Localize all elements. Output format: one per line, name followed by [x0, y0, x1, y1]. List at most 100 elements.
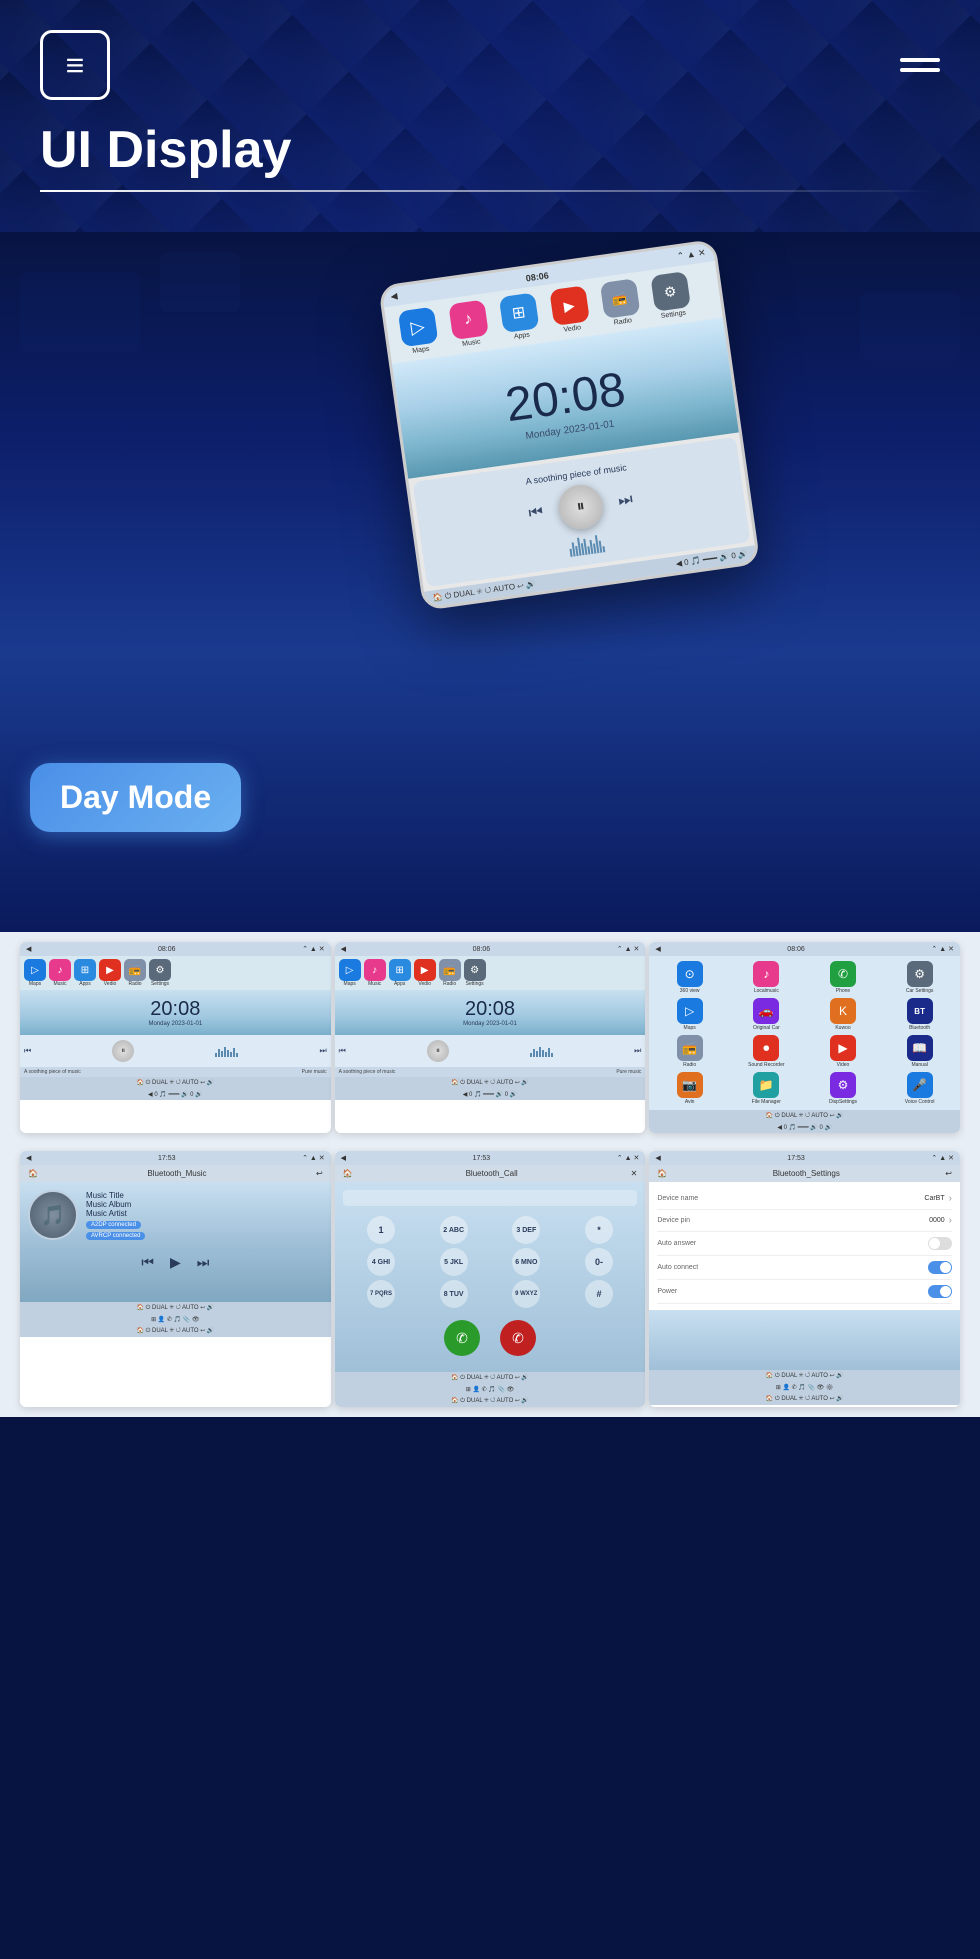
mini-phone-music-1: ◀ 08:06 ⌃ ▲ ✕ ▷Maps ♪Music ⊞Apps ▶Vedio: [20, 942, 331, 1133]
auto-answer-toggle[interactable]: [928, 1237, 952, 1250]
nav-radio[interactable]: 📻 Radio: [595, 278, 646, 329]
mini-topbar-1: ◀ 08:06 ⌃ ▲ ✕: [20, 942, 331, 956]
nav-apps[interactable]: ⊞ Apps: [494, 292, 545, 343]
mini-topbar-3: ◀ 08:06 ⌃ ▲ ✕: [649, 942, 960, 956]
mini-phone-music-2: ◀ 08:06 ⌃ ▲ ✕ ▷Maps ♪Music ⊞Apps ▶Vedio: [335, 942, 646, 1133]
dial-1[interactable]: 1: [367, 1216, 395, 1244]
app-disp-settings[interactable]: ⚙ DispSettings: [807, 1072, 880, 1105]
bt-music-home2: 🏠 ⏻ DUAL ✳ ↺ AUTO ↩ 🔊: [20, 1325, 331, 1337]
mini-home-1: ◀ 0 🎵 ━━━ 🔊 0 🔊: [20, 1089, 331, 1100]
app-maps[interactable]: ▷ Maps: [653, 998, 726, 1031]
mini-next-2[interactable]: ⏭: [634, 1046, 641, 1056]
nav-music[interactable]: ♪ Music: [443, 299, 494, 350]
bt-play-icon[interactable]: ▶: [170, 1254, 181, 1271]
app-360view[interactable]: ⊙ 360 view: [653, 961, 726, 994]
bt-settings-status: 🏠 ⏻ DUAL ✳ ↺ AUTO ↩ 🔊: [649, 1370, 960, 1382]
header: ≡ UI Display: [0, 0, 980, 232]
phone-time-display: 08:06: [525, 270, 549, 283]
bt-prev-icon[interactable]: ⏮: [141, 1254, 154, 1271]
mini-phone-bt-music: ◀ 17:53 ⌃ ▲ ✕ 🏠 Bluetooth_Music ↩ 🎵 Musi…: [20, 1151, 331, 1407]
grid-row-2: ◀ 17:53 ⌃ ▲ ✕ 🏠 Bluetooth_Music ↩ 🎵 Musi…: [0, 1151, 980, 1417]
dial-0minus[interactable]: 0-: [585, 1248, 613, 1276]
bt-music-controls: ⏮ ▶ ⏭: [28, 1248, 323, 1277]
device-pin-arrow[interactable]: ›: [949, 1215, 952, 1226]
app-avin[interactable]: 📷 Avin: [653, 1072, 726, 1105]
dial-6[interactable]: 6 MNO: [512, 1248, 540, 1276]
app-phone[interactable]: ✆ Phone: [807, 961, 880, 994]
mini-prev-2[interactable]: ⏮: [339, 1046, 346, 1056]
dialpad: 1 2 ABC 3 DEF * 4 GHI 5 JKL 6 MNO 0- 7 P…: [343, 1212, 638, 1312]
dial-3[interactable]: 3 DEF: [512, 1216, 540, 1244]
bt-settings-home2: 🏠 ⏻ DUAL ✳ ↺ AUTO ↩ 🔊: [649, 1393, 960, 1405]
app-localmusic[interactable]: ♪ Localmusic: [730, 961, 803, 994]
setting-auto-answer: Auto answer: [657, 1232, 952, 1256]
mini-phone-bt-call: ◀ 17:53 ⌃ ▲ ✕ 🏠 Bluetooth_Call ✕ 1 2 ABC…: [335, 1151, 646, 1407]
mini-nav-2: ▷Maps ♪Music ⊞Apps ▶Vedio 📻Radio ⚙Settin…: [335, 956, 646, 990]
app-kuwoo[interactable]: K Kuwoo: [807, 998, 880, 1031]
app-original-car[interactable]: 🚗 Original Car: [730, 998, 803, 1031]
app-bluetooth[interactable]: BT Bluetooth: [883, 998, 956, 1031]
apps-grid: ⊙ 360 view ♪ Localmusic ✆ Phone ⚙ Car Se…: [649, 956, 960, 1110]
bt-music-content: 🎵 Music Title Music Album Music Artist A…: [20, 1182, 331, 1302]
mini-prev-1[interactable]: ⏮: [24, 1046, 31, 1056]
mini-play-2[interactable]: ⏸: [427, 1040, 449, 1062]
mini-play-1[interactable]: ⏸: [112, 1040, 134, 1062]
bt-music-status: 🏠 ⏻ DUAL ✳ ↺ AUTO ↩ 🔊: [20, 1302, 331, 1314]
dial-9[interactable]: 9 WXYZ: [512, 1280, 540, 1308]
bt-call-home: ⊞ 👤 ✆ 🎵 📎 👁: [335, 1384, 646, 1395]
dial-8[interactable]: 8 TUV: [440, 1280, 468, 1308]
mini-status-2: 🏠 ⏻ DUAL ✳ ↺ AUTO ↩ 🔊: [335, 1077, 646, 1089]
app-sound-recorder[interactable]: ⏺ Sound Recorder: [730, 1035, 803, 1068]
power-toggle[interactable]: [928, 1285, 952, 1298]
nav-settings[interactable]: ⚙ Settings: [645, 271, 696, 322]
section-gap: [0, 1143, 980, 1151]
mini-music-label-1: A soothing piece of music Pure music: [20, 1067, 331, 1077]
grid-row-1: ◀ 08:06 ⌃ ▲ ✕ ▷Maps ♪Music ⊞Apps ▶Vedio: [0, 932, 980, 1143]
bt-next-icon[interactable]: ⏭: [197, 1254, 210, 1271]
call-actions: ✆ ✆: [343, 1312, 638, 1364]
app-radio[interactable]: 📻 Radio: [653, 1035, 726, 1068]
dial-star[interactable]: *: [585, 1216, 613, 1244]
dial-hash[interactable]: #: [585, 1280, 613, 1308]
header-divider: [40, 190, 940, 192]
hamburger-line-1: [900, 58, 940, 62]
device-name-arrow[interactable]: ›: [949, 1193, 952, 1204]
mini-home-2: ◀ 0 🎵 ━━━ 🔊 0 🔊: [335, 1089, 646, 1100]
mini-music-label-2: A soothing piece of music Pure music: [335, 1067, 646, 1077]
mini-clock-1: 20:08 Monday 2023-01-01: [20, 990, 331, 1035]
bt-call-home2: 🏠 ⏻ DUAL ✳ ↺ AUTO ↩ 🔊: [335, 1395, 646, 1407]
mini-topbar-2: ◀ 08:06 ⌃ ▲ ✕: [335, 942, 646, 956]
bt-call-topbar: ◀ 17:53 ⌃ ▲ ✕: [335, 1151, 646, 1165]
app-file-manager[interactable]: 📁 File Manager: [730, 1072, 803, 1105]
bt-music-header: 🏠 Bluetooth_Music ↩: [20, 1165, 331, 1182]
mini-status-1: 🏠 ⏻ DUAL ✳ ↺ AUTO ↩ 🔊: [20, 1077, 331, 1089]
call-input-display: [343, 1190, 638, 1206]
next-icon[interactable]: ⏭: [617, 491, 634, 511]
logo-icon: ≡: [40, 30, 110, 100]
nav-maps[interactable]: ▷ Maps: [393, 306, 444, 357]
setting-power: Power: [657, 1280, 952, 1304]
app-manual[interactable]: 📖 Manual: [883, 1035, 956, 1068]
nav-vedio[interactable]: ▶ Vedio: [544, 285, 595, 336]
album-art: 🎵: [28, 1190, 78, 1240]
call-accept-button[interactable]: ✆: [444, 1320, 480, 1356]
dial-7[interactable]: 7 PQRS: [367, 1280, 395, 1308]
dial-5[interactable]: 5 JKL: [440, 1248, 468, 1276]
mini-music-1: ⏮ ⏸ ⏭: [20, 1035, 331, 1067]
bt-settings-header: 🏠 Bluetooth_Settings ↩: [649, 1165, 960, 1182]
dial-4[interactable]: 4 GHI: [367, 1248, 395, 1276]
mini-home-3: ◀ 0 🎵 ━━━ 🔊 0 🔊: [649, 1122, 960, 1133]
mini-next-1[interactable]: ⏭: [319, 1046, 326, 1056]
prev-icon[interactable]: ⏮: [528, 503, 545, 523]
auto-connect-toggle[interactable]: [928, 1261, 952, 1274]
play-pause-button[interactable]: ⏸: [556, 482, 606, 532]
app-car-settings[interactable]: ⚙ Car Settings: [883, 961, 956, 994]
mini-phone-bt-settings: ◀ 17:53 ⌃ ▲ ✕ 🏠 Bluetooth_Settings ↩ Dev…: [649, 1151, 960, 1407]
call-decline-button[interactable]: ✆: [500, 1320, 536, 1356]
mini-status-3: 🏠 ⏻ DUAL ✳ ↺ AUTO ↩ 🔊: [649, 1110, 960, 1122]
dial-2[interactable]: 2 ABC: [440, 1216, 468, 1244]
bt-music-topbar: ◀ 17:53 ⌃ ▲ ✕: [20, 1151, 331, 1165]
app-voice-control[interactable]: 🎤 Voice Control: [883, 1072, 956, 1105]
hamburger-menu[interactable]: [900, 58, 940, 72]
app-video[interactable]: ▶ Video: [807, 1035, 880, 1068]
